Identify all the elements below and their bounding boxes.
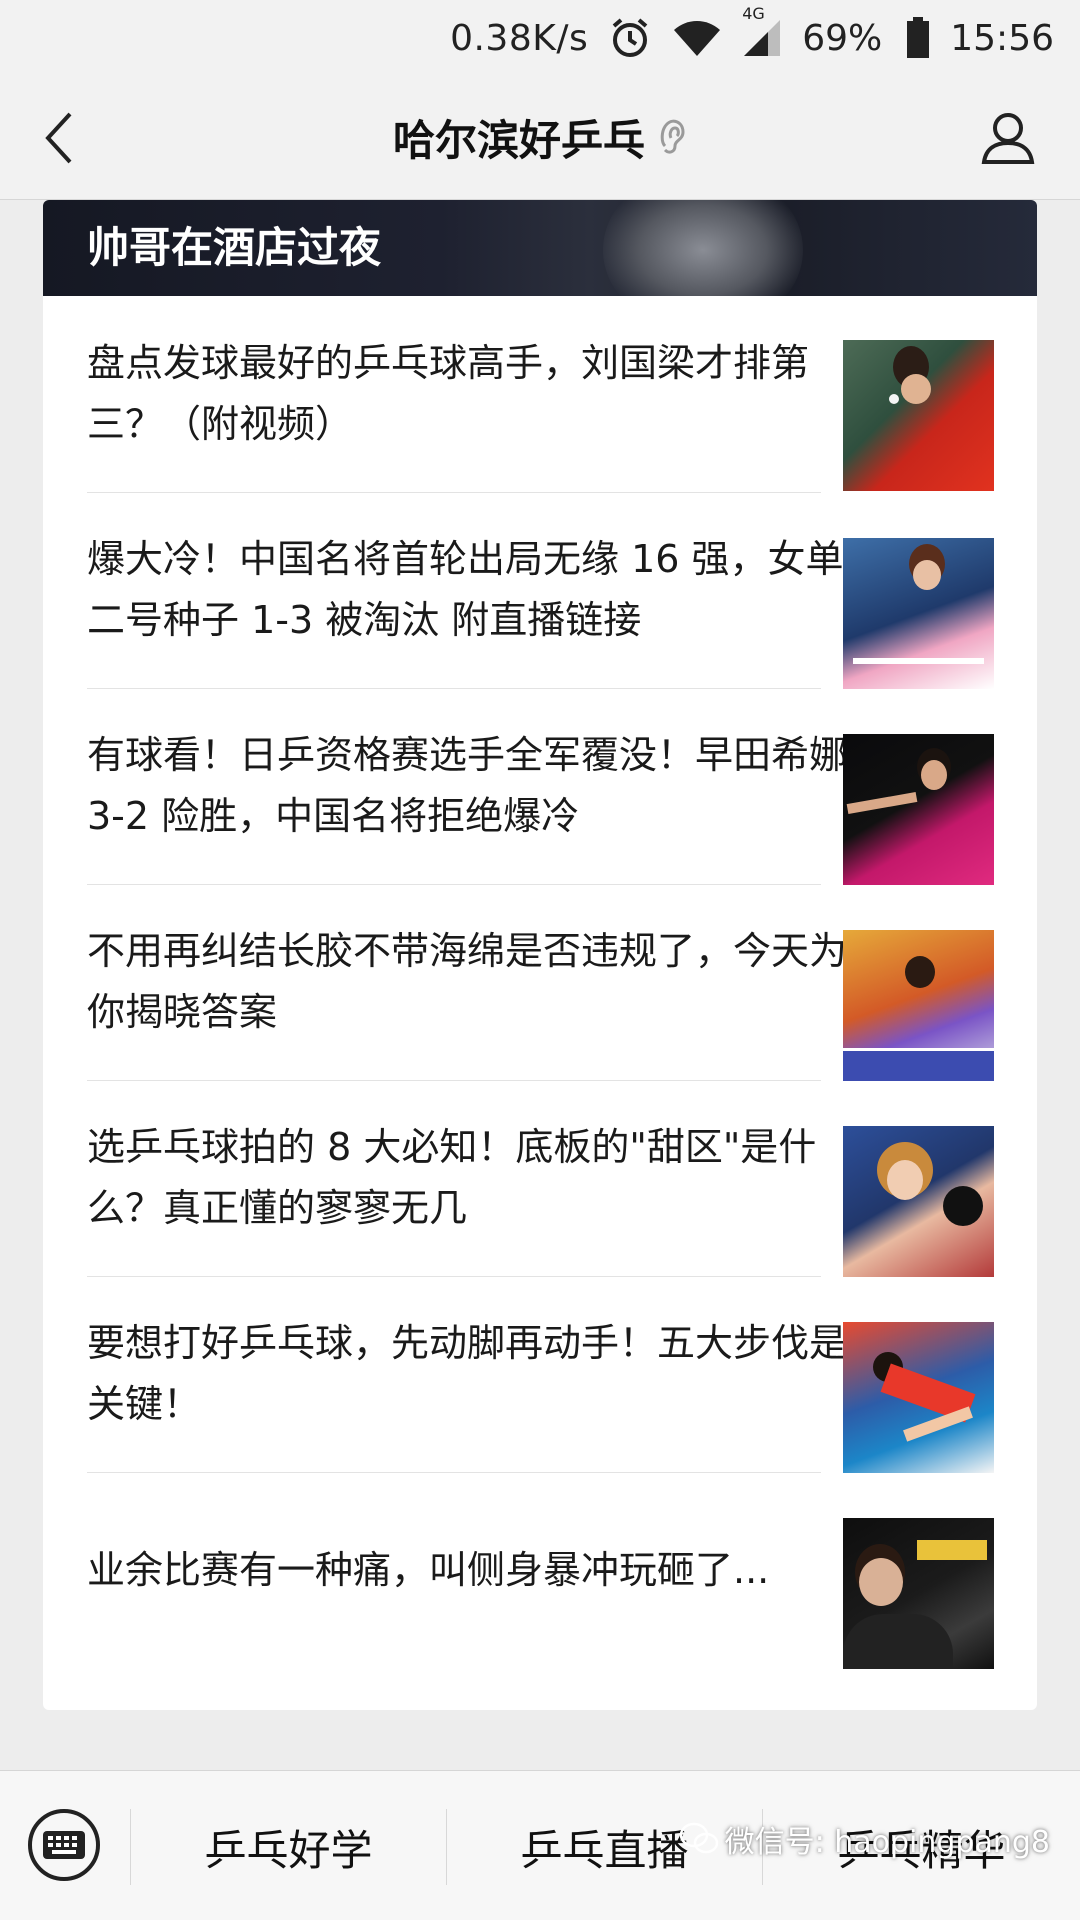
article-item[interactable]: 业余比赛有一种痛，叫侧身暴冲玩砸了... xyxy=(43,1472,1037,1669)
wechat-icon xyxy=(679,1822,718,1854)
wifi-icon xyxy=(672,18,722,58)
status-bar: 0.38K/s 4G 69% 15:56 xyxy=(0,0,1080,76)
cellular-signal-icon: 4G xyxy=(742,4,782,58)
article-title: 爆大冷！中国名将首轮出局无缘 16 强，女单二号种子 1-3 被淘汰 附直播链接 xyxy=(87,537,844,642)
article-item[interactable]: 盘点发球最好的乒乓球高手，刘国梁才排第三？（附视频） xyxy=(43,296,1037,493)
profile-icon xyxy=(981,113,1035,164)
article-item[interactable]: 爆大冷！中国名将首轮出局无缘 16 强，女单二号种子 1-3 被淘汰 附直播链接 xyxy=(43,492,1037,689)
article-thumbnail xyxy=(843,1518,994,1669)
watermark-text: 微信号: haopingpang8 xyxy=(724,1825,1050,1860)
article-title: 有球看！日乒资格赛选手全军覆没！早田希娜 3-2 险胜，中国名将拒绝爆冷 xyxy=(87,733,848,838)
article-thumbnail xyxy=(843,1322,994,1473)
battery-icon xyxy=(906,17,930,59)
article-item[interactable]: 有球看！日乒资格赛选手全军覆没！早田希娜 3-2 险胜，中国名将拒绝爆冷 xyxy=(43,688,1037,885)
battery-percent: 69% xyxy=(802,17,883,59)
article-thumbnail xyxy=(843,930,994,1081)
article-thumbnail xyxy=(843,734,994,885)
keyboard-toggle-button[interactable] xyxy=(28,1809,100,1881)
article-item[interactable]: 不用再纠结长胶不带海绵是否违规了，今天为你揭晓答案 xyxy=(43,884,1037,1081)
alarm-icon xyxy=(608,16,652,60)
network-type-label: 4G xyxy=(742,4,765,23)
profile-button[interactable] xyxy=(976,106,1040,170)
back-arrow-icon xyxy=(45,112,72,164)
keyboard-icon xyxy=(43,1831,85,1859)
article-thumbnail xyxy=(843,340,994,491)
screen: 0.38K/s 4G 69% 15:56 哈尔滨好乒乓 帅哥在酒店过夜 盘点发球… xyxy=(0,0,1080,1920)
article-title: 盘点发球最好的乒乓球高手，刘国梁才排第三？（附视频） xyxy=(87,341,810,446)
article-title: 选乒乓球拍的 8 大必知！底板的"甜区"是什么？真正懂的寥寥无几 xyxy=(87,1125,817,1230)
article-item[interactable]: 要想打好乒乓球，先动脚再动手！五大步伐是关键！ xyxy=(43,1276,1037,1473)
article-card: 帅哥在酒店过夜 盘点发球最好的乒乓球高手，刘国梁才排第三？（附视频） 爆大冷！中… xyxy=(43,200,1037,1710)
back-button[interactable] xyxy=(30,108,90,168)
clock: 15:56 xyxy=(950,17,1054,59)
nav-bar: 哈尔滨好乒乓 xyxy=(0,76,1080,200)
ear-icon[interactable] xyxy=(657,116,687,160)
article-list: 盘点发球最好的乒乓球高手，刘国梁才排第三？（附视频） 爆大冷！中国名将首轮出局无… xyxy=(43,296,1037,1669)
banner-article[interactable]: 帅哥在酒店过夜 xyxy=(43,200,1037,296)
banner-image xyxy=(603,200,803,296)
bottom-menu-bar: 乒乓好学 乒乓直播 乒乓精华 微信号: haopingpang8 xyxy=(0,1770,1080,1920)
article-item[interactable]: 选乒乓球拍的 8 大必知！底板的"甜区"是什么？真正懂的寥寥无几 xyxy=(43,1080,1037,1277)
network-speed: 0.38K/s xyxy=(450,17,589,59)
article-title: 业余比赛有一种痛，叫侧身暴冲玩砸了... xyxy=(87,1547,770,1592)
menu-item-learn[interactable]: 乒乓好学 xyxy=(131,1809,446,1885)
article-title: 要想打好乒乓球，先动脚再动手！五大步伐是关键！ xyxy=(87,1321,848,1426)
page-title: 哈尔滨好乒乓 xyxy=(392,116,645,165)
article-thumbnail xyxy=(843,538,994,689)
article-thumbnail xyxy=(843,1126,994,1277)
article-title: 不用再纠结长胶不带海绵是否违规了，今天为你揭晓答案 xyxy=(87,929,848,1034)
nav-title-group: 哈尔滨好乒乓 xyxy=(393,107,687,168)
wechat-watermark: 微信号: haopingpang8 xyxy=(679,1817,1050,1861)
banner-title: 帅哥在酒店过夜 xyxy=(87,223,382,272)
